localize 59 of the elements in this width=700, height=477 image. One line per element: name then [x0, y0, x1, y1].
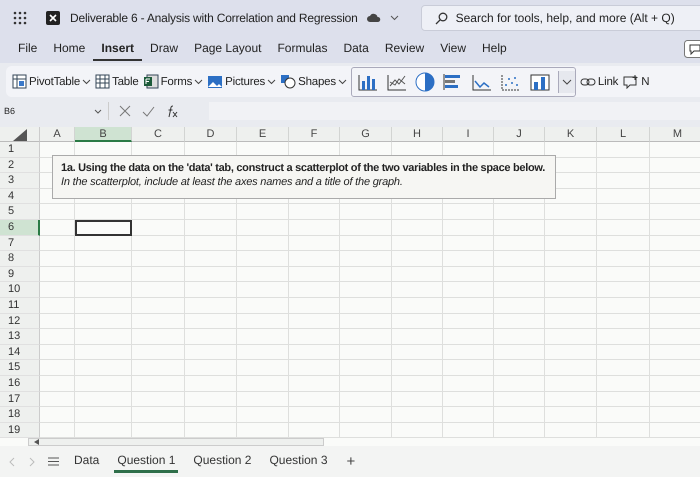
column-header[interactable]: F: [289, 127, 340, 142]
row-header[interactable]: 7: [0, 236, 40, 252]
row-header[interactable]: 17: [0, 392, 40, 408]
column-header[interactable]: I: [443, 127, 494, 142]
column-header[interactable]: J: [494, 127, 545, 142]
row-header[interactable]: 8: [0, 251, 40, 267]
row-header[interactable]: 15: [0, 360, 40, 376]
row-header[interactable]: 19: [0, 422, 40, 438]
column-header[interactable]: L: [597, 127, 650, 142]
row-header[interactable]: 1: [0, 142, 40, 158]
ribbon-button[interactable]: PivotTable: [10, 71, 94, 92]
column-header[interactable]: E: [237, 127, 289, 142]
ribbon-button[interactable]: Table: [93, 71, 141, 92]
menu-tab[interactable]: Home: [45, 37, 94, 61]
sheet-tab[interactable]: Question 1: [114, 450, 178, 474]
row-header[interactable]: 14: [0, 344, 40, 360]
sheet-tab[interactable]: Data: [71, 450, 102, 474]
row-header[interactable]: 16: [0, 376, 40, 392]
column-header[interactable]: D: [185, 127, 237, 142]
menu-tab[interactable]: Review: [376, 37, 432, 61]
column-header[interactable]: H: [392, 127, 443, 142]
row-header[interactable]: 3: [0, 173, 40, 189]
column-header[interactable]: A: [40, 127, 75, 142]
row-header[interactable]: 12: [0, 314, 40, 330]
row-header[interactable]: 4: [0, 188, 40, 204]
ribbon-button[interactable]: N: [620, 71, 652, 92]
column-header[interactable]: B: [75, 127, 132, 142]
row-header[interactable]: 18: [0, 407, 40, 423]
menu-tab[interactable]: Data: [335, 37, 377, 61]
column-header[interactable]: K: [545, 127, 597, 142]
menu-tab[interactable]: Insert: [93, 37, 142, 61]
instruction-text: In the scatterplot, include at least the axes names and a title of the graph.: [61, 176, 404, 188]
search-field[interactable]: Search for tools, help, and more (Alt + Q): [420, 4, 700, 30]
row-header[interactable]: 2: [0, 158, 40, 174]
sheet-tab[interactable]: Question 2: [190, 450, 254, 474]
menu-tab[interactable]: View: [432, 37, 474, 61]
ribbon-button[interactable]: Shapes: [278, 71, 349, 92]
ribbon-button[interactable]: Link: [578, 72, 620, 90]
menu-tab[interactable]: Formulas: [269, 37, 336, 61]
add-sheet-button[interactable]: +: [342, 453, 360, 470]
row-header[interactable]: 5: [0, 204, 40, 220]
column-header[interactable]: M: [650, 127, 700, 142]
instruction-text: 1a. Using the data on the 'data' tab, construct a scatterplot of the two variables in the space below.: [61, 162, 546, 174]
row-header[interactable]: 13: [0, 329, 40, 345]
row-header[interactable]: 9: [0, 266, 40, 282]
text-box[interactable]: 1a. Using the data on the 'data' tab, construct a scatterplot of the two variables in the space below. In the scatterplot, include at least the axes names and a title of the graph.: [52, 155, 556, 199]
ribbon-button[interactable]: Pictures: [205, 72, 278, 92]
menu-tab[interactable]: Draw: [142, 37, 186, 61]
menu-tab[interactable]: Page Layout: [186, 37, 270, 61]
column-header[interactable]: G: [340, 127, 392, 142]
row-header[interactable]: 6: [0, 220, 40, 236]
row-header[interactable]: 10: [0, 282, 40, 298]
menu-tab[interactable]: Help: [474, 37, 515, 61]
ribbon-button[interactable]: Forms: [140, 71, 206, 92]
sheet-tab[interactable]: Question 3: [266, 450, 330, 474]
column-header[interactable]: C: [132, 127, 185, 142]
row-header[interactable]: 11: [0, 298, 40, 314]
document-title[interactable]: Deliverable 6 - Analysis with Correlation and Regression: [70, 10, 358, 24]
menu-tab[interactable]: File: [10, 37, 46, 61]
